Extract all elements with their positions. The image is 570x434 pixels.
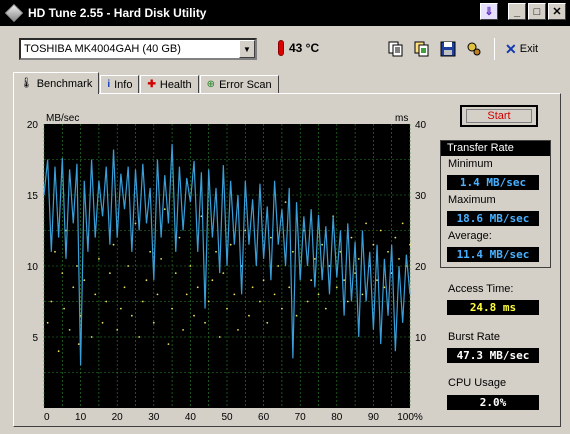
tab-error-scan[interactable]: ⊕ Error Scan [199, 75, 279, 94]
title-bar: HD Tune 2.55 - Hard Disk Utility ⇓ _ □ ✕ [0, 0, 570, 26]
thermometer-icon [278, 40, 284, 56]
options-icon[interactable] [464, 39, 484, 59]
burst-rate-value: 47.3 MB/sec [447, 348, 539, 363]
tab-health[interactable]: ✚ Health [140, 75, 199, 94]
tab-label: Info [114, 78, 133, 91]
minimum-value: 1.4 MB/sec [447, 175, 539, 190]
error-scan-icon: ⊕ [206, 79, 216, 90]
save-icon[interactable] [438, 39, 458, 59]
chevron-down-icon[interactable]: ▼ [239, 40, 255, 58]
burst-rate-label: Burst Rate [448, 331, 500, 343]
exit-icon: ✕ [505, 40, 517, 57]
cpu-usage-value: 2.0% [447, 395, 539, 410]
exit-label: Exit [519, 43, 539, 55]
maximum-label: Maximum [448, 194, 496, 206]
average-value: 11.4 MB/sec [447, 247, 539, 262]
start-button[interactable]: Start [460, 105, 538, 127]
minimum-label: Minimum [448, 158, 493, 170]
access-time-value: 24.8 ms [447, 300, 539, 315]
window-title: HD Tune 2.55 - Hard Disk Utility [28, 6, 207, 20]
toolbar-separator [494, 38, 495, 60]
copy-info-icon[interactable] [386, 39, 406, 59]
access-time-label: Access Time: [448, 283, 514, 295]
copy-screen-icon[interactable] [412, 39, 432, 59]
cpu-usage-label: CPU Usage [448, 377, 507, 389]
transfer-rate-title: Transfer Rate [441, 141, 550, 156]
tab-benchmark[interactable]: 🌡 Benchmark [13, 72, 100, 94]
window-controls: ⇓ _ □ ✕ [480, 3, 566, 20]
start-label: Start [466, 109, 532, 123]
drive-select[interactable]: TOSHIBA MK4004GAH (40 GB) ▼ [19, 38, 257, 60]
app-icon [4, 3, 24, 23]
health-icon: ✚ [147, 79, 156, 90]
tab-label: Error Scan [219, 78, 272, 91]
exit-button[interactable]: ✕ Exit [505, 41, 538, 58]
tab-label: Health [159, 78, 192, 91]
benchmark-icon: 🌡 [20, 78, 33, 89]
tab-info[interactable]: i Info [100, 75, 140, 94]
maximize-button[interactable]: □ [528, 3, 546, 20]
maximum-value: 18.6 MB/sec [447, 211, 539, 226]
drive-select-value: TOSHIBA MK4004GAH (40 GB) [24, 43, 181, 55]
download-icon[interactable]: ⇓ [480, 3, 498, 20]
toolbar-icons: ✕ Exit [386, 38, 538, 60]
tab-label: Benchmark [36, 77, 93, 90]
average-label: Average: [448, 230, 492, 242]
close-button[interactable]: ✕ [548, 3, 566, 20]
temperature-display: 43 °C [278, 40, 319, 56]
minimize-button[interactable]: _ [508, 3, 526, 20]
tab-bar: 🌡 Benchmark i Info ✚ Health ⊕ Error Scan [13, 72, 280, 94]
temperature-value: 43 °C [289, 41, 320, 55]
info-icon: i [107, 79, 111, 90]
